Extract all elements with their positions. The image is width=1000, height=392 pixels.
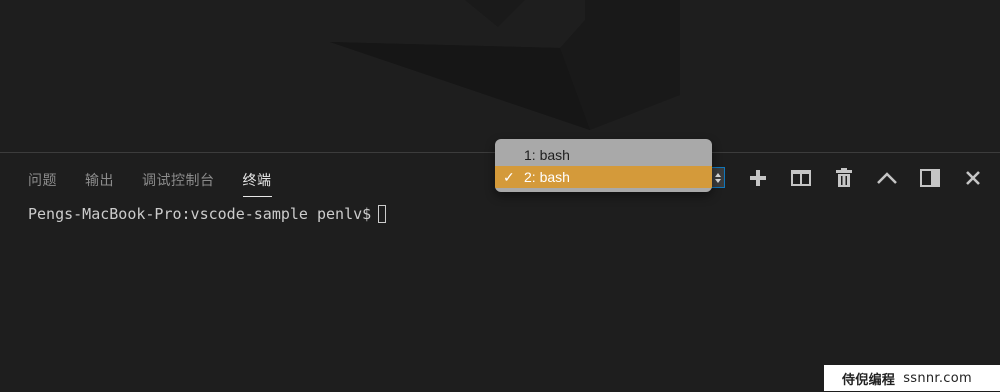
chevron-up-icon <box>877 172 897 184</box>
terminal-instance-dropdown: 1: bash ✓ 2: bash <box>495 139 712 192</box>
plus-icon <box>750 170 766 186</box>
editor-area <box>0 0 1000 152</box>
terminal-select-stepper[interactable] <box>710 167 725 188</box>
tab-terminal[interactable]: 终端 <box>242 170 272 197</box>
vscode-background-logo-icon <box>330 0 680 130</box>
dropdown-option-label: 1: bash <box>524 147 570 163</box>
panel-actions <box>745 166 1000 190</box>
terminal-cursor <box>378 205 387 223</box>
close-panel-button[interactable] <box>960 166 986 190</box>
new-terminal-button[interactable] <box>745 166 771 190</box>
terminal-output[interactable]: Pengs-MacBook-Pro:vscode-sample penlv$ <box>28 205 387 223</box>
toggle-panel-position-button[interactable] <box>917 166 943 190</box>
kill-terminal-button[interactable] <box>831 166 857 190</box>
watermark-brand: 侍倪编程 <box>842 372 896 388</box>
maximize-panel-button[interactable] <box>874 166 900 190</box>
chevron-up-icon <box>714 172 721 177</box>
tab-output[interactable]: 输出 <box>85 170 114 197</box>
close-icon <box>966 171 980 185</box>
chevron-down-icon <box>714 178 721 183</box>
checkmark-icon: ✓ <box>503 169 515 185</box>
dropdown-option-1[interactable]: 1: bash <box>495 144 712 166</box>
tab-debug-console[interactable]: 调试控制台 <box>142 170 215 197</box>
split-icon <box>791 170 811 186</box>
trash-icon <box>836 168 852 187</box>
watermark-domain: ssnnr.com <box>903 370 972 386</box>
panel-layout-icon <box>920 169 940 187</box>
tab-problems[interactable]: 问题 <box>28 170 57 197</box>
panel-tabs: 问题 输出 调试控制台 终端 <box>28 170 300 197</box>
dropdown-option-label: 2: bash <box>524 169 570 185</box>
split-terminal-button[interactable] <box>788 166 814 190</box>
site-watermark: 侍倪编程 ssnnr.com <box>824 365 1000 391</box>
terminal-prompt: Pengs-MacBook-Pro:vscode-sample penlv$ <box>28 205 372 223</box>
dropdown-option-2[interactable]: ✓ 2: bash <box>495 166 712 188</box>
